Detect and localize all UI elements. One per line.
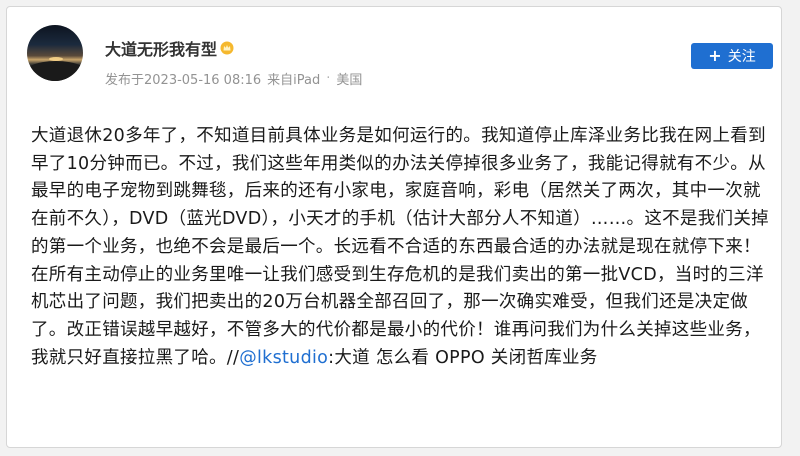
- post-source: 来自iPad: [267, 73, 321, 88]
- avatar[interactable]: [27, 25, 83, 81]
- post-location: 美国: [336, 73, 363, 88]
- post-text-tail: :大道 怎么看 OPPO 关闭哲库业务: [328, 347, 598, 368]
- post-body: 大道退休20多年了，不知道目前具体业务是如何运行的。我知道停止库泽业务比我在网上…: [31, 123, 771, 372]
- post-text-main: 大道退休20多年了，不知道目前具体业务是如何运行的。我知道停止库泽业务比我在网上…: [31, 126, 769, 368]
- user-name-row: 大道无形我有型: [105, 37, 234, 59]
- meta-separator: ·: [326, 71, 331, 86]
- follow-button-label: 关注: [727, 49, 756, 65]
- vip-crown-icon: [220, 41, 234, 55]
- post-time[interactable]: 发布于2023-05-16 08:16: [105, 69, 261, 88]
- plus-icon: +: [708, 46, 722, 65]
- post-meta: 发布于2023-05-16 08:16 来自iPad · 美国: [105, 69, 362, 88]
- follow-button[interactable]: + 关注: [691, 43, 773, 69]
- weibo-post-card: 大道无形我有型 发布于2023-05-16 08:16 来自iPad · 美国 …: [6, 6, 782, 448]
- user-name[interactable]: 大道无形我有型: [105, 36, 217, 60]
- avatar-hill: [27, 61, 83, 81]
- mention-link[interactable]: @lkstudio: [239, 348, 328, 368]
